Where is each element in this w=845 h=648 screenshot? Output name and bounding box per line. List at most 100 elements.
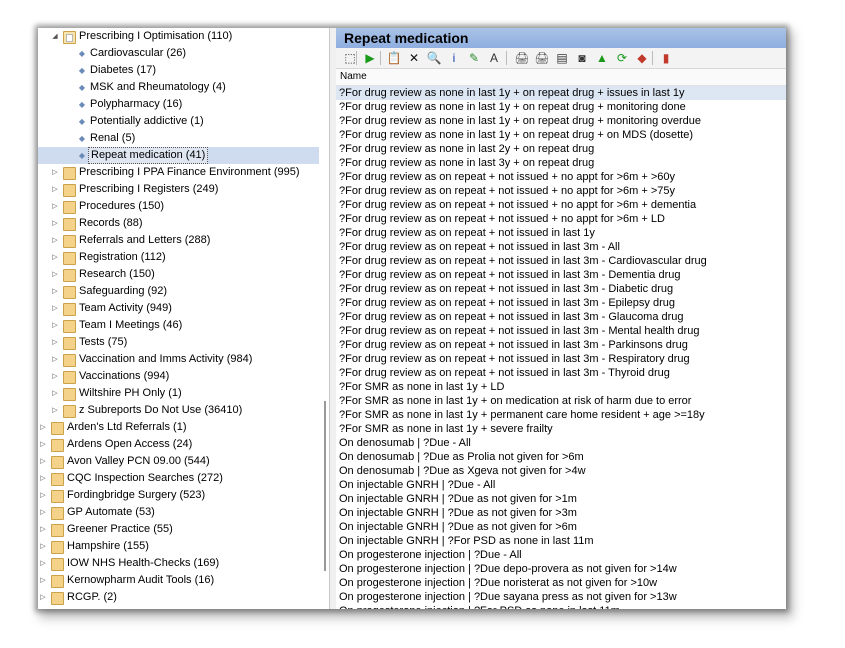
- report-list-item[interactable]: ?For SMR as none in last 1y + LD: [336, 380, 786, 394]
- expand-arrow-icon[interactable]: ▷: [50, 249, 60, 266]
- report-list-item[interactable]: ?For drug review as none in last 1y + on…: [336, 100, 786, 114]
- report-list-item[interactable]: ?For drug review as on repeat + not issu…: [336, 310, 786, 324]
- delete-icon[interactable]: ✕: [406, 50, 422, 66]
- tree-item-label: Hampshire (155): [67, 540, 149, 552]
- report-list-item[interactable]: On progesterone injection | ?Due depo-pr…: [336, 562, 786, 576]
- expand-arrow-icon[interactable]: ▷: [38, 555, 48, 572]
- report-list-item[interactable]: On injectable GNRH | ?Due as not given f…: [336, 520, 786, 534]
- report-list-item[interactable]: ?For drug review as none in last 1y + on…: [336, 86, 786, 100]
- leaf-bullet-icon: ◆: [78, 100, 86, 109]
- report-list-item[interactable]: ?For drug review as on repeat + not issu…: [336, 212, 786, 226]
- collapse-arrow-icon[interactable]: ◢: [50, 28, 60, 45]
- expand-arrow-icon[interactable]: ▷: [50, 300, 60, 317]
- expand-arrow-icon[interactable]: ▷: [38, 453, 48, 470]
- report-list-item[interactable]: ?For drug review as on repeat + not issu…: [336, 198, 786, 212]
- report-list-item[interactable]: On progesterone injection | ?Due - All: [336, 548, 786, 562]
- report-list-item[interactable]: ?For drug review as on repeat + not issu…: [336, 226, 786, 240]
- tree-item-label: Greener Practice (55): [67, 523, 173, 535]
- tree-item-label: Avon Valley PCN 09.00 (544): [67, 455, 210, 467]
- report-list-item[interactable]: ?For drug review as on repeat + not issu…: [336, 254, 786, 268]
- expand-arrow-icon[interactable]: ▷: [38, 589, 48, 606]
- expand-arrow-icon[interactable]: ▷: [50, 283, 60, 300]
- expand-arrow-icon[interactable]: ▷: [38, 504, 48, 521]
- expand-arrow-icon[interactable]: ▷: [50, 385, 60, 402]
- expand-arrow-icon[interactable]: ▷: [50, 317, 60, 334]
- report-list-item[interactable]: ?For SMR as none in last 1y + on medicat…: [336, 394, 786, 408]
- expand-arrow-icon[interactable]: ▷: [50, 266, 60, 283]
- info-icon[interactable]: i: [446, 50, 462, 66]
- report-list-item[interactable]: ?For drug review as on repeat + not issu…: [336, 282, 786, 296]
- report-list-item[interactable]: ?For drug review as on repeat + not issu…: [336, 240, 786, 254]
- report-list-item[interactable]: ?For drug review as on repeat + not issu…: [336, 296, 786, 310]
- move-up-icon[interactable]: ▲: [594, 50, 610, 66]
- column-header-name[interactable]: Name: [336, 69, 786, 86]
- report-list-item[interactable]: ?For drug review as on repeat + not issu…: [336, 338, 786, 352]
- library-icon[interactable]: ▮: [658, 50, 674, 66]
- report-list-item[interactable]: On progesterone injection | ?Due noriste…: [336, 576, 786, 590]
- paste-icon[interactable]: 📋: [386, 50, 402, 66]
- folder-icon: [63, 269, 76, 282]
- expand-arrow-icon[interactable]: ▷: [38, 521, 48, 538]
- export-icon[interactable]: ▤: [554, 50, 570, 66]
- report-list-item[interactable]: ?For SMR as none in last 1y + permanent …: [336, 408, 786, 422]
- search-icon[interactable]: 🔍: [426, 50, 442, 66]
- report-list-item[interactable]: ?For drug review as none in last 1y + on…: [336, 128, 786, 142]
- expand-arrow-icon[interactable]: ▷: [50, 232, 60, 249]
- report-list-item[interactable]: ?For drug review as none in last 2y + on…: [336, 142, 786, 156]
- transfer-icon[interactable]: ◆: [634, 50, 650, 66]
- tree-item-label: Prescribing I Optimisation (110): [79, 30, 233, 42]
- screenshot-icon[interactable]: ◙: [574, 50, 590, 66]
- expand-arrow-icon[interactable]: ▷: [50, 334, 60, 351]
- report-list-item[interactable]: ?For drug review as on repeat + not issu…: [336, 184, 786, 198]
- tree-item-label: CQC Inspection Searches (272): [67, 472, 223, 484]
- run-icon[interactable]: ▶: [362, 50, 378, 66]
- report-list-item[interactable]: ?For drug review as on repeat + not issu…: [336, 268, 786, 282]
- edit-icon[interactable]: ✎: [466, 50, 482, 66]
- expand-arrow-icon[interactable]: ▷: [38, 419, 48, 436]
- report-list-item[interactable]: On denosumab | ?Due as Xgeva not given f…: [336, 464, 786, 478]
- tree-item-label: Registration (112): [79, 251, 166, 263]
- expand-arrow-icon[interactable]: ▷: [50, 198, 60, 215]
- leaf-bullet-icon: ◆: [78, 49, 86, 58]
- folder-icon: [51, 422, 64, 435]
- report-list-item[interactable]: On progesterone injection | ?Due sayana …: [336, 590, 786, 604]
- report-list-item[interactable]: On injectable GNRH | ?Due - All: [336, 478, 786, 492]
- folder-icon: [63, 354, 76, 367]
- report-list-item[interactable]: On progesterone injection | ?For PSD as …: [336, 604, 786, 609]
- report-list-item[interactable]: ?For drug review as none in last 3y + on…: [336, 156, 786, 170]
- tree-item-label: Cardiovascular (26): [90, 47, 186, 59]
- tree-item-label: Wiltshire PH Only (1): [79, 387, 182, 399]
- tree-scrollbar-thumb[interactable]: [324, 401, 326, 571]
- report-list-item[interactable]: On injectable GNRH | ?For PSD as none in…: [336, 534, 786, 548]
- report-list-item[interactable]: On injectable GNRH | ?Due as not given f…: [336, 492, 786, 506]
- expand-arrow-icon[interactable]: ▷: [38, 572, 48, 589]
- font-icon[interactable]: A: [486, 50, 502, 66]
- search-tree: ◢ Prescribing I Optimisation (110) ◆ Cardio…: [38, 28, 329, 609]
- tree-item-label: Repeat medication (41): [88, 147, 209, 164]
- report-list-item[interactable]: On denosumab | ?Due - All: [336, 436, 786, 450]
- application-window: ◢ Prescribing I Optimisation (110) ◆ Cardio…: [38, 28, 786, 609]
- report-list-item[interactable]: ?For drug review as none in last 1y + on…: [336, 114, 786, 128]
- report-list-item[interactable]: ?For SMR as none in last 1y + severe fra…: [336, 422, 786, 436]
- report-list-item[interactable]: On injectable GNRH | ?Due as not given f…: [336, 506, 786, 520]
- expand-arrow-icon[interactable]: ▷: [50, 164, 60, 181]
- expand-arrow-icon[interactable]: ▷: [50, 351, 60, 368]
- refresh-icon[interactable]: ⟳: [614, 50, 630, 66]
- folder-icon: [63, 218, 76, 231]
- expand-arrow-icon[interactable]: ▷: [50, 402, 60, 419]
- report-list-item[interactable]: ?For drug review as on repeat + not issu…: [336, 170, 786, 184]
- expand-arrow-icon[interactable]: ▷: [50, 368, 60, 385]
- expand-arrow-icon[interactable]: ▷: [38, 538, 48, 555]
- expand-arrow-icon[interactable]: ▷: [50, 215, 60, 232]
- expand-arrow-icon[interactable]: ▷: [50, 181, 60, 198]
- tree-scrollbar[interactable]: [321, 28, 329, 609]
- report-list-item[interactable]: On denosumab | ?Due as Prolia not given …: [336, 450, 786, 464]
- report-list-item[interactable]: ?For drug review as on repeat + not issu…: [336, 352, 786, 366]
- print-preview-icon[interactable]: 🖨: [534, 50, 550, 66]
- report-list-item[interactable]: ?For drug review as on repeat + not issu…: [336, 366, 786, 380]
- expand-arrow-icon[interactable]: ▷: [38, 487, 48, 504]
- print-icon[interactable]: 🖨: [514, 50, 530, 66]
- expand-arrow-icon[interactable]: ▷: [38, 436, 48, 453]
- report-list-item[interactable]: ?For drug review as on repeat + not issu…: [336, 324, 786, 338]
- expand-arrow-icon[interactable]: ▷: [38, 470, 48, 487]
